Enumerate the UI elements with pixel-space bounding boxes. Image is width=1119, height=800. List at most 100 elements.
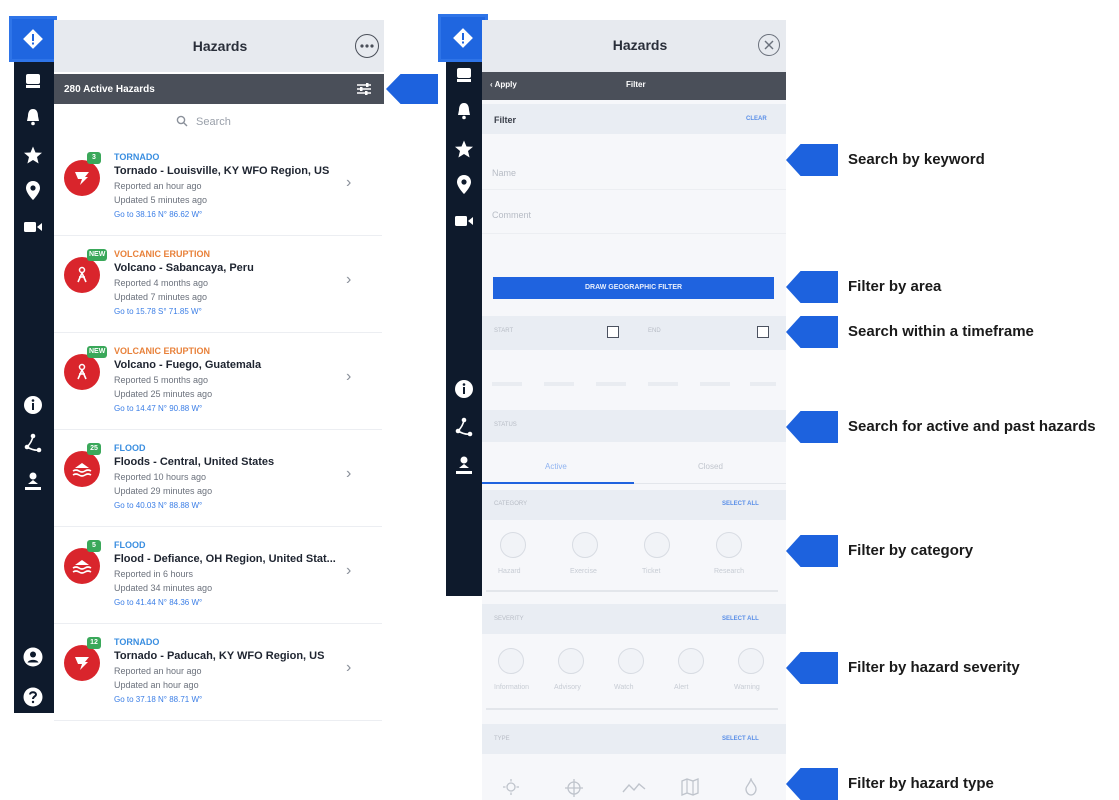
chevron-right-icon[interactable]: › <box>346 659 351 677</box>
category-option-icon[interactable] <box>500 532 526 558</box>
annotation-severity: Filter by hazard severity <box>848 659 1020 676</box>
hazard-updated: Updated 5 minutes ago <box>114 195 208 205</box>
location-pin-icon[interactable] <box>20 178 46 204</box>
route-icon[interactable] <box>451 414 477 440</box>
hazard-go-to-link[interactable]: Go to 38.16 N° 86.62 W° <box>114 210 202 219</box>
hazard-update-badge: 5 <box>87 540 101 552</box>
end-checkbox[interactable] <box>757 326 769 338</box>
close-icon <box>764 40 774 50</box>
crosshair-icon[interactable] <box>564 778 584 798</box>
tornado-icon <box>64 160 100 196</box>
bell-icon[interactable] <box>20 104 46 130</box>
clear-button[interactable]: CLEAR <box>746 116 767 122</box>
severity-select-all[interactable]: SELECT ALL <box>722 616 759 622</box>
category-option-icon[interactable] <box>572 532 598 558</box>
hazard-list-item[interactable]: 5 FLOOD Flood - Defiance, OH Region, Unite… <box>54 528 382 624</box>
hazard-name: Tornado - Paducah, KY WFO Region, US <box>114 650 325 662</box>
hazard-update-badge: 3 <box>87 152 101 164</box>
wave-icon[interactable] <box>622 780 646 796</box>
chevron-right-icon[interactable]: › <box>346 562 351 580</box>
hazard-category: TORNADO <box>114 152 160 162</box>
severity-option-label: Warning <box>734 684 760 691</box>
hazard-updated: Updated 7 minutes ago <box>114 292 208 302</box>
chevron-right-icon[interactable]: › <box>346 174 351 192</box>
hazard-reported: Reported an hour ago <box>114 181 202 191</box>
hazard-diamond-icon <box>453 28 473 48</box>
severity-option-icon[interactable] <box>558 648 584 674</box>
user-icon[interactable] <box>20 644 46 670</box>
route-icon[interactable] <box>20 430 46 456</box>
annotation-arrow-area <box>786 271 838 303</box>
hazard-go-to-link[interactable]: Go to 15.78 S° 71.85 W° <box>114 307 202 316</box>
star-icon[interactable] <box>20 142 46 168</box>
filter-label: Filter <box>494 115 517 125</box>
video-camera-icon[interactable] <box>20 214 46 240</box>
bell-icon[interactable] <box>451 98 477 124</box>
active-hazards-count: 280 Active Hazards <box>64 84 155 95</box>
chevron-right-icon[interactable]: › <box>346 368 351 386</box>
hazard-category: TORNADO <box>114 637 160 647</box>
flame-icon[interactable] <box>744 778 758 796</box>
hazard-update-badge: 12 <box>87 637 101 649</box>
hazard-list-item[interactable]: NEW VOLCANIC ERUPTION Volcano - Fuego, Gua… <box>54 334 382 430</box>
hazard-list-item[interactable]: 12 TORNADO Tornado - Paducah, KY WFO Regio… <box>54 625 382 721</box>
annotation-arrow-status <box>786 411 838 443</box>
hazard-list-item[interactable]: NEW VOLCANIC ERUPTION Volcano - Sabancaya,… <box>54 237 382 333</box>
left-hazards-nav-selected[interactable] <box>9 16 57 62</box>
sun-icon[interactable] <box>502 778 520 796</box>
hazard-updated: Updated 29 minutes ago <box>114 486 213 496</box>
map-pin-person-icon[interactable] <box>20 468 46 494</box>
right-hazards-nav-selected[interactable] <box>438 14 488 62</box>
hazard-category: VOLCANIC ERUPTION <box>114 249 211 259</box>
category-option-icon[interactable] <box>644 532 670 558</box>
hazard-updated: Updated an hour ago <box>114 680 199 690</box>
annotation-timeframe: Search within a timeframe <box>848 323 1034 340</box>
annotation-status: Search for active and past hazards <box>848 418 1096 435</box>
location-pin-icon[interactable] <box>451 172 477 198</box>
severity-option-icon[interactable] <box>618 648 644 674</box>
annotation-arrow-keyword <box>786 144 838 176</box>
hazard-reported: Reported 5 months ago <box>114 375 209 385</box>
type-select-all[interactable]: SELECT ALL <box>722 736 759 742</box>
start-checkbox[interactable] <box>607 326 619 338</box>
hazard-list-item[interactable]: 25 FLOOD Floods - Central, United States Re… <box>54 431 382 527</box>
info-icon[interactable] <box>451 376 477 402</box>
name-field[interactable] <box>482 150 786 190</box>
date-options-row <box>492 382 776 390</box>
map-pin-person-icon[interactable] <box>451 452 477 478</box>
severity-option-label: Alert <box>674 684 689 691</box>
video-camera-icon[interactable] <box>451 208 477 234</box>
category-option-icon[interactable] <box>716 532 742 558</box>
severity-option-icon[interactable] <box>738 648 764 674</box>
severity-option-icon[interactable] <box>678 648 704 674</box>
hazard-category: VOLCANIC ERUPTION <box>114 346 211 356</box>
flood-icon <box>64 548 100 584</box>
hazard-category: FLOOD <box>114 443 146 453</box>
hazard-go-to-link[interactable]: Go to 37.18 N° 88.71 W° <box>114 695 202 704</box>
info-icon[interactable] <box>20 392 46 418</box>
help-icon[interactable] <box>20 684 46 710</box>
annotation-keyword: Search by keyword <box>848 151 985 168</box>
category-select-all[interactable]: SELECT ALL <box>722 501 759 507</box>
chevron-right-icon[interactable]: › <box>346 271 351 289</box>
hazard-name: Tornado - Louisville, KY WFO Region, US <box>114 165 330 177</box>
desktop-icon[interactable] <box>451 62 477 88</box>
hazard-reported: Reported in 6 hours <box>114 569 194 579</box>
map-fold-icon[interactable] <box>680 777 700 797</box>
severity-option-icon[interactable] <box>498 648 524 674</box>
close-button[interactable] <box>758 34 780 56</box>
more-options-button[interactable] <box>355 34 379 58</box>
hazard-go-to-link[interactable]: Go to 40.03 N° 88.88 W° <box>114 501 202 510</box>
hazard-go-to-link[interactable]: Go to 14.47 N° 90.88 W° <box>114 404 202 413</box>
draw-geographic-filter-button[interactable]: DRAW GEOGRAPHIC FILTER <box>493 277 774 299</box>
apply-button[interactable]: ‹ Apply <box>490 80 517 89</box>
tornado-icon <box>64 645 100 681</box>
desktop-icon[interactable] <box>20 68 46 94</box>
star-icon[interactable] <box>451 136 477 162</box>
tab-closed-label: Closed <box>698 462 723 471</box>
hazard-go-to-link[interactable]: Go to 41.44 N° 84.36 W° <box>114 598 202 607</box>
filter-sliders-button[interactable] <box>355 80 373 98</box>
hazard-list-item[interactable]: 3 TORNADO Tornado - Louisville, KY WFO Reg… <box>54 140 382 236</box>
severity-option-label: Information <box>494 684 530 691</box>
chevron-right-icon[interactable]: › <box>346 465 351 483</box>
